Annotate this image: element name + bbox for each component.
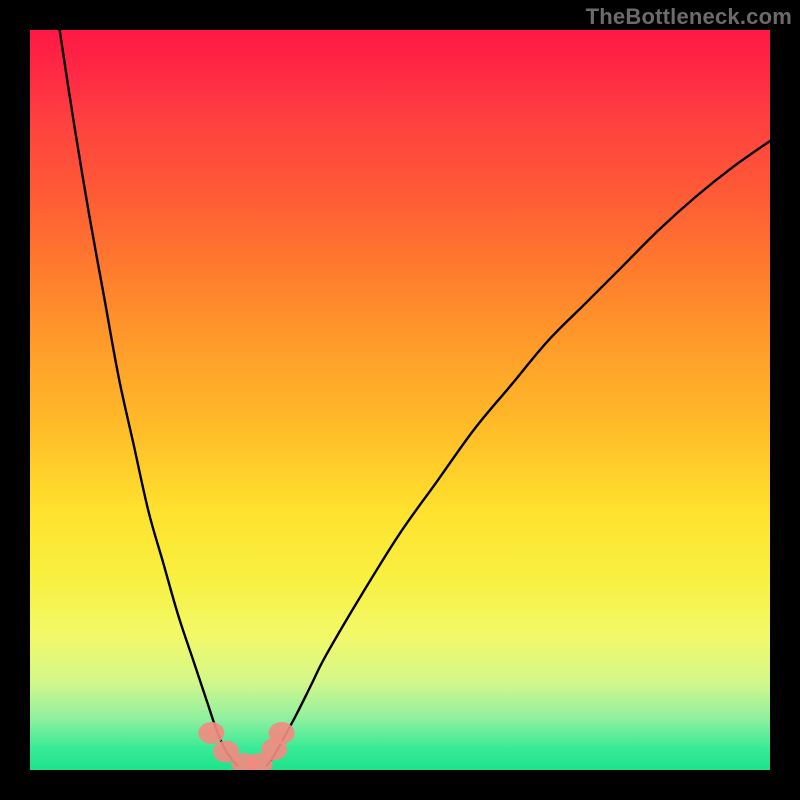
bottleneck-curve-right <box>267 141 770 766</box>
valley-dot <box>269 722 295 744</box>
chart-frame: TheBottleneck.com <box>0 0 800 800</box>
bottleneck-curve-left <box>60 30 238 766</box>
curve-layer <box>30 30 770 770</box>
plot-area <box>30 30 770 770</box>
curve-dots <box>198 722 294 770</box>
watermark-text: TheBottleneck.com <box>586 4 792 30</box>
valley-dot <box>198 722 224 744</box>
